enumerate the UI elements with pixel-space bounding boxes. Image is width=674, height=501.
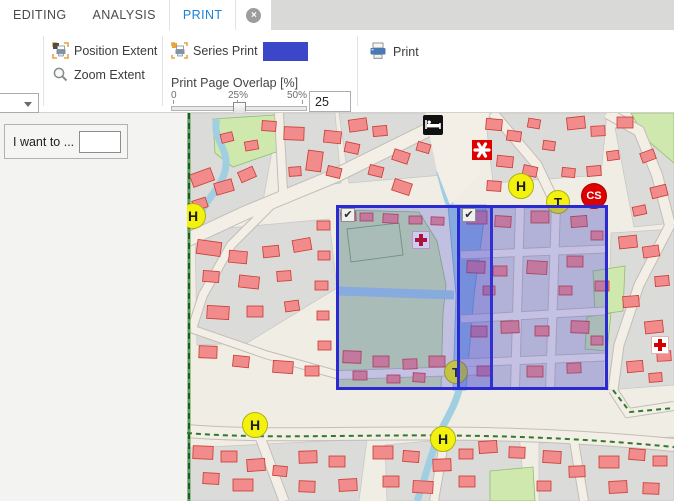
print-page-extent[interactable] <box>457 205 608 390</box>
position-extent-label: Position Extent <box>74 44 157 58</box>
tab-print[interactable]: PRINT <box>169 0 237 30</box>
red-cross-marker <box>651 336 669 354</box>
layer-dropdown[interactable] <box>0 93 39 113</box>
hospital-marker: H <box>242 412 268 438</box>
pharmacy-star-marker <box>472 140 492 160</box>
series-color-swatch[interactable] <box>263 42 308 61</box>
group-divider <box>43 36 44 106</box>
hospital-marker: H <box>508 173 534 199</box>
slider-max-label: 50% <box>287 90 307 101</box>
close-icon: × <box>246 8 261 23</box>
print-label: Print <box>393 45 419 59</box>
print-button[interactable]: Print <box>368 42 419 61</box>
side-panel: I want to ... <box>0 113 187 501</box>
group-divider <box>357 36 358 106</box>
position-extent-icon <box>52 42 69 59</box>
map-view[interactable]: HHHHTTCS✔✔ <box>187 113 674 501</box>
series-print-button[interactable]: Series Print <box>171 42 258 59</box>
i-want-to-box: I want to ... <box>4 124 128 159</box>
chevron-down-icon <box>24 102 32 107</box>
series-print-icon <box>171 42 188 59</box>
slider-tick <box>173 100 174 104</box>
overlap-slider[interactable]: 0 25% 50% <box>171 90 309 112</box>
i-want-to-label: I want to ... <box>13 135 74 149</box>
zoom-extent-button[interactable]: Zoom Extent <box>52 66 145 83</box>
tab-analysis[interactable]: ANALYSIS <box>80 0 169 30</box>
i-want-to-input[interactable] <box>79 131 121 153</box>
ribbon-tab-bar: EDITING ANALYSIS PRINT × <box>0 0 674 30</box>
hospital-marker: H <box>430 426 456 452</box>
hotel-marker <box>423 115 443 135</box>
close-tab-button[interactable]: × <box>236 0 271 30</box>
printer-icon <box>368 42 388 61</box>
slider-mid-label: 25% <box>228 90 248 101</box>
tab-editing[interactable]: EDITING <box>0 0 80 30</box>
overlap-value-input[interactable] <box>309 91 351 112</box>
app-window: EDITING ANALYSIS PRINT × Position Extent <box>0 0 674 501</box>
print-page-checkbox[interactable]: ✔ <box>341 208 355 222</box>
tab-bar-filler <box>271 0 674 30</box>
zoom-extent-label: Zoom Extent <box>74 68 145 82</box>
ribbon: Position Extent Zoom Extent Series Print… <box>0 30 674 113</box>
series-print-label: Series Print <box>193 44 258 58</box>
group-divider <box>162 36 163 106</box>
position-extent-button[interactable]: Position Extent <box>52 42 157 59</box>
slider-tick <box>302 100 303 104</box>
print-page-checkbox[interactable]: ✔ <box>462 208 476 222</box>
magnifier-icon <box>52 66 69 83</box>
bed-icon <box>423 115 443 135</box>
overlap-label: Print Page Overlap [%] <box>171 76 298 90</box>
asterisk-icon <box>472 140 492 160</box>
